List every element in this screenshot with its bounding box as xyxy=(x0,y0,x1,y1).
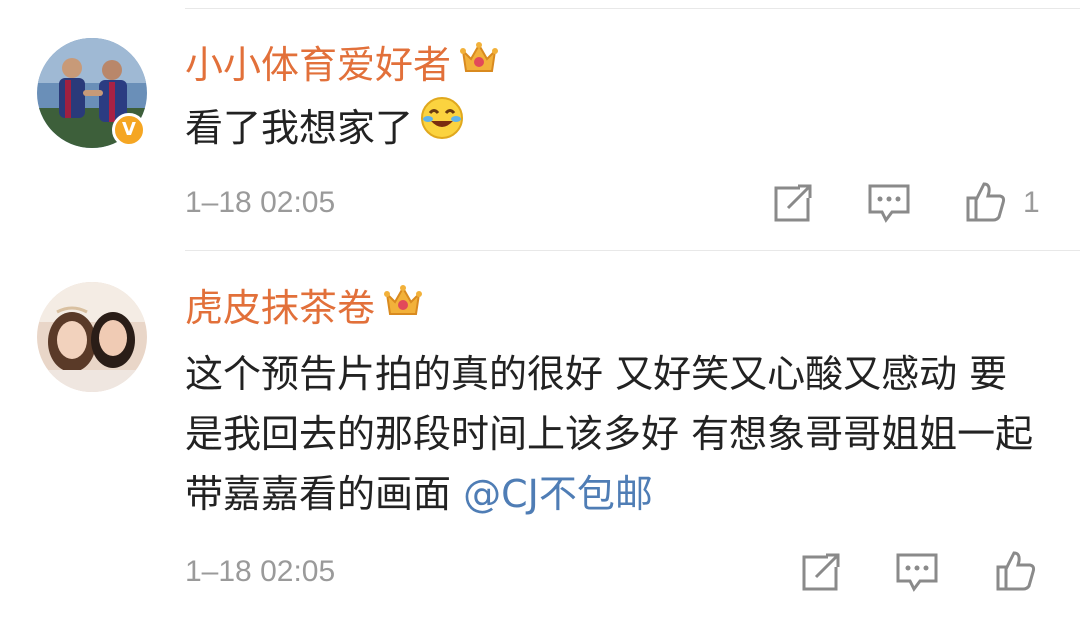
timestamp: 1–18 02:05 xyxy=(185,186,336,219)
comment-icon xyxy=(868,184,910,223)
repost-button[interactable] xyxy=(798,549,844,595)
two-women-avatar-icon xyxy=(37,282,147,392)
like-button[interactable] xyxy=(992,547,1038,593)
thumbs-up-icon xyxy=(996,551,1036,591)
username[interactable]: 小小体育爱好者 xyxy=(185,41,499,88)
top-divider xyxy=(185,8,1080,9)
comment-icon xyxy=(896,553,938,592)
crown-icon xyxy=(383,284,423,330)
username-text: 虎皮抹茶卷 xyxy=(185,286,376,330)
username-text: 小小体育爱好者 xyxy=(185,43,452,87)
comment-divider xyxy=(185,250,1080,251)
comment-button[interactable] xyxy=(866,180,912,226)
comment-button[interactable] xyxy=(894,549,940,595)
comment-text-content: 看了我想家了 xyxy=(185,106,414,150)
comment-text: 这个预告片拍的真的很好 又好笑又心酸又感动 要是我回去的那段时间上该多好 有想象… xyxy=(185,344,1045,524)
share-icon xyxy=(802,553,840,591)
repost-button[interactable] xyxy=(770,180,816,226)
share-icon xyxy=(774,184,812,222)
comment-text: 看了我想家了 xyxy=(185,95,1045,158)
mention-link[interactable]: @CJ不包邮 xyxy=(463,472,653,516)
crown-icon xyxy=(459,41,499,87)
user-avatar[interactable] xyxy=(37,282,147,392)
timestamp: 1–18 02:05 xyxy=(185,555,336,588)
like-button[interactable] xyxy=(962,178,1008,224)
like-count: 1 xyxy=(1023,186,1040,219)
thumbs-up-icon xyxy=(966,182,1006,222)
verified-badge: V xyxy=(112,113,146,147)
laughing-crying-emoji-icon xyxy=(419,95,465,158)
username[interactable]: 虎皮抹茶卷 xyxy=(185,284,423,331)
